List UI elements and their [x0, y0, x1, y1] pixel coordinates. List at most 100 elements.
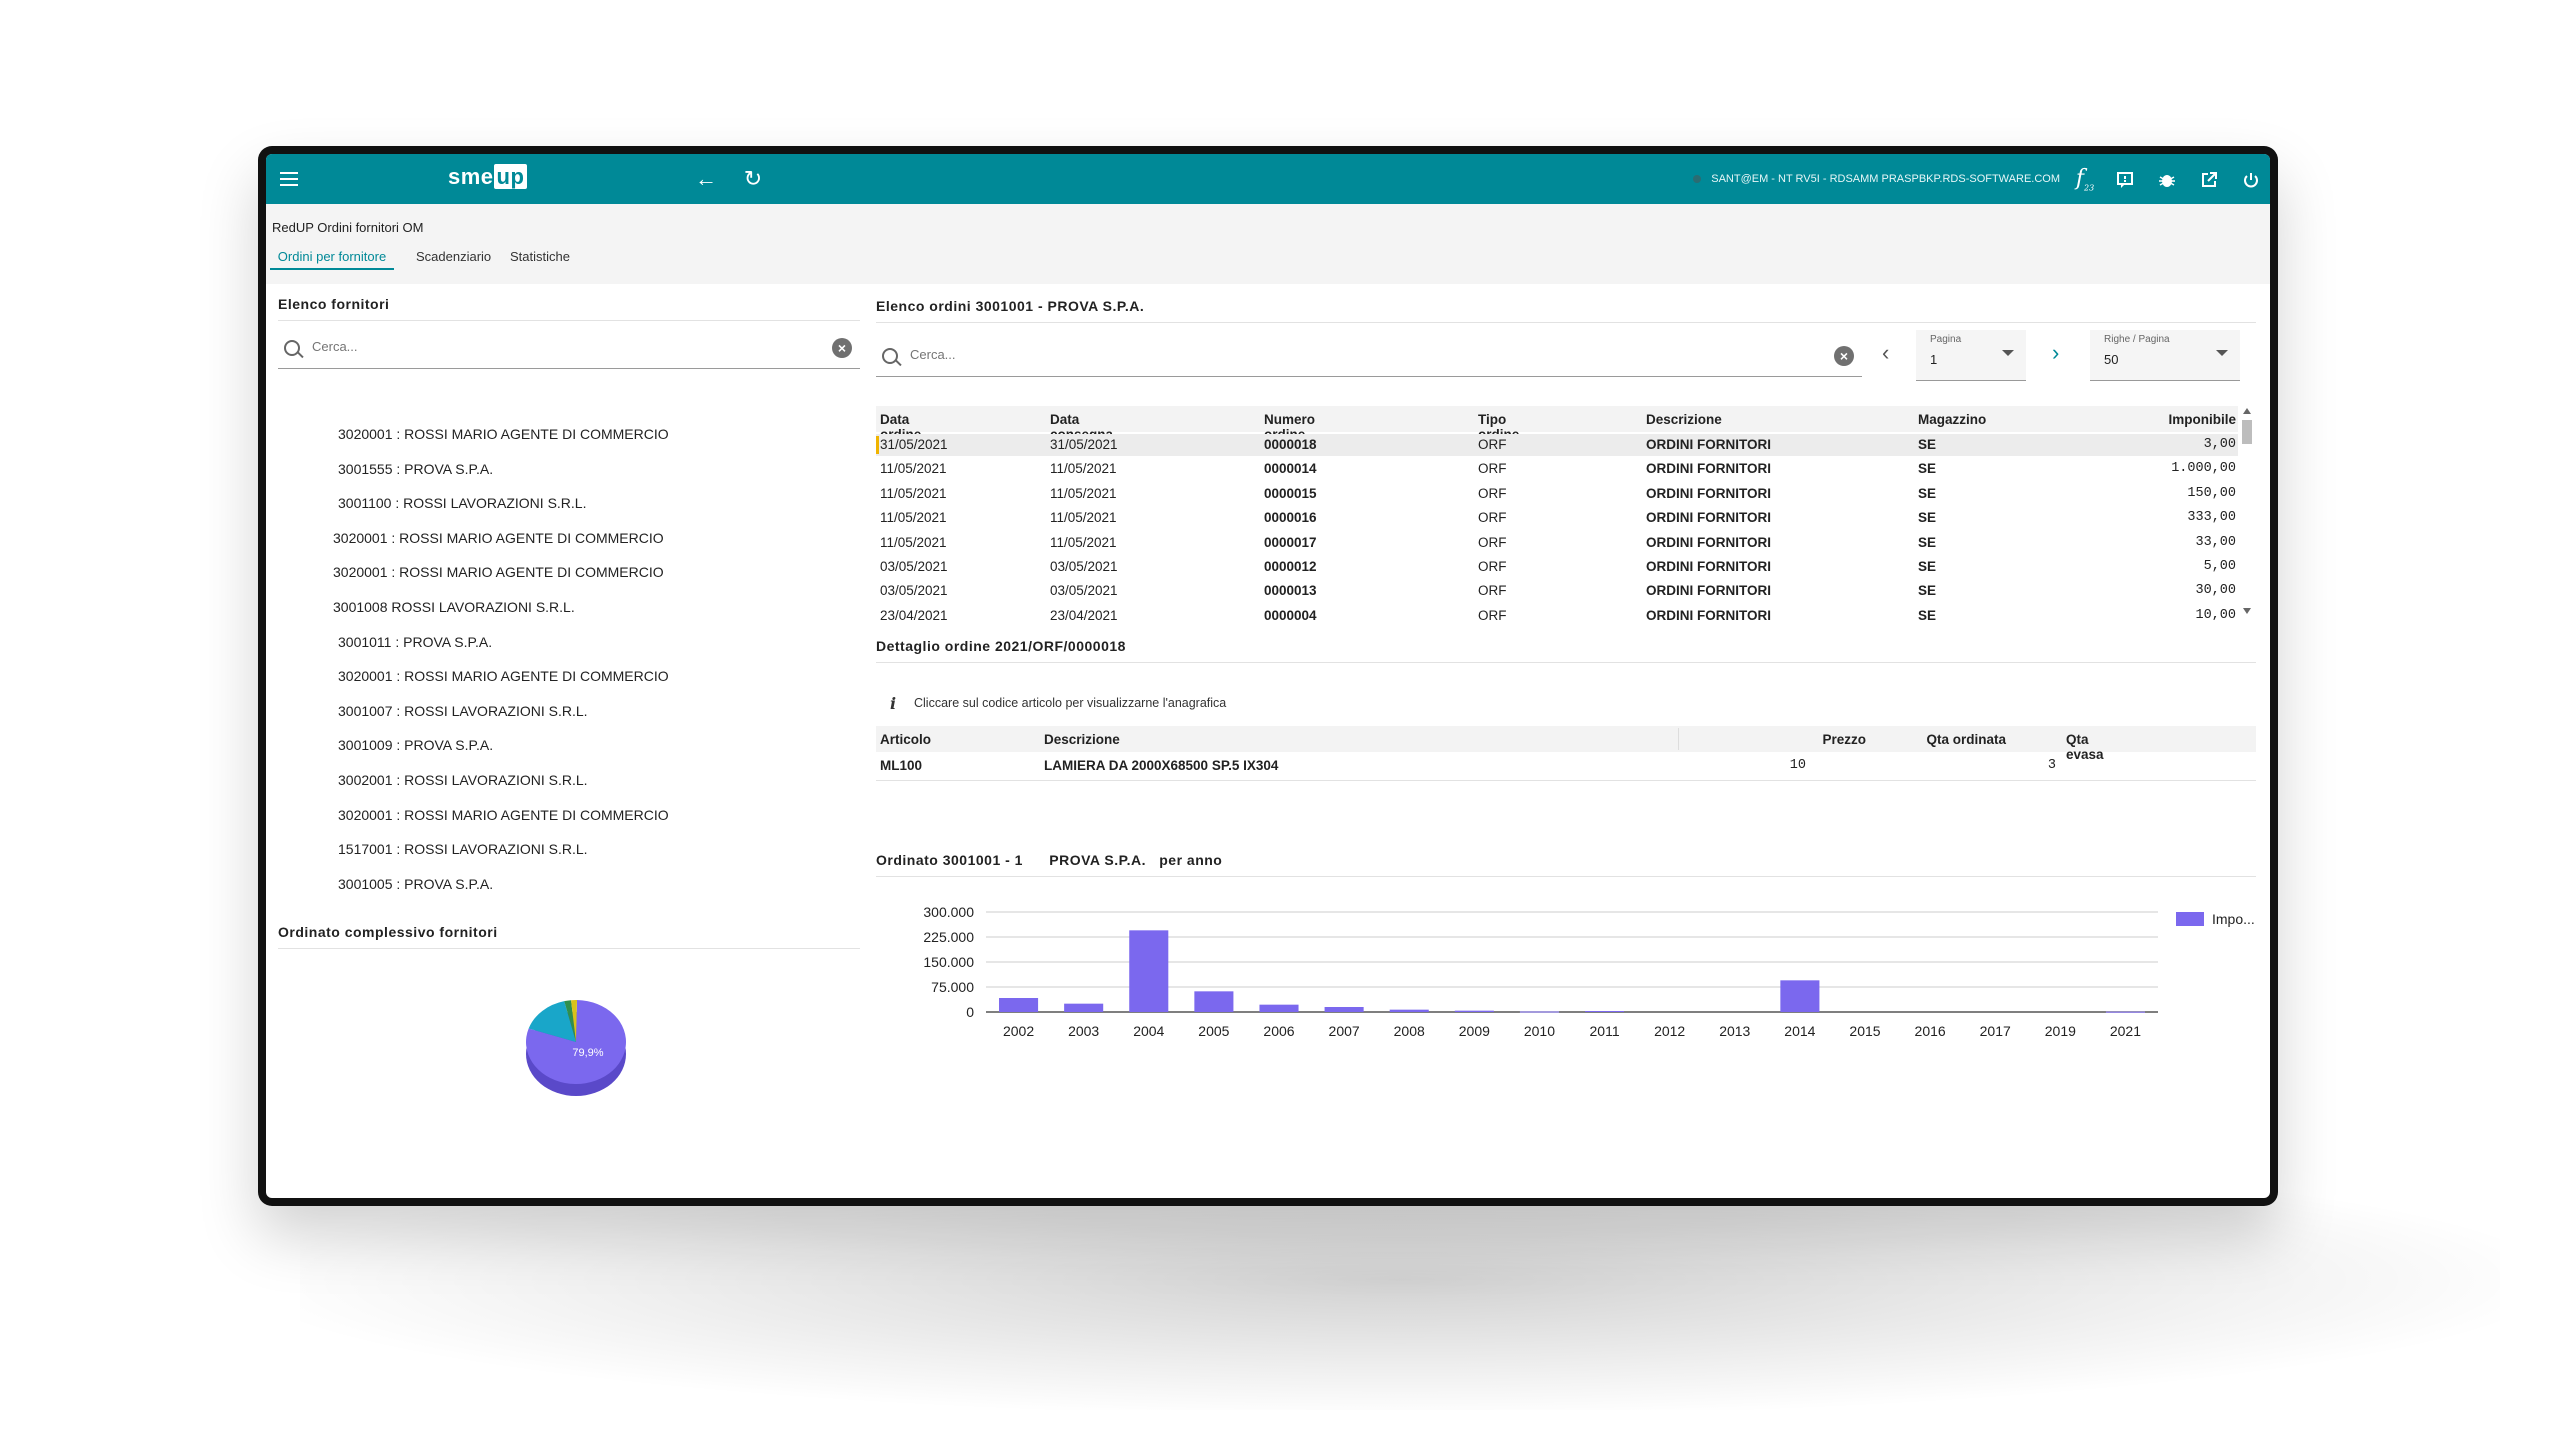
supplier-list-item[interactable]: 3001011 : PROVA S.P.A. [338, 634, 492, 650]
x-tick-label: 2021 [2110, 1023, 2141, 1039]
column-header[interactable]: Magazzino [1918, 412, 1986, 427]
scroll-down-icon[interactable] [2243, 608, 2251, 614]
supplier-list-item[interactable]: 3001100 : ROSSI LAVORAZIONI S.R.L. [338, 495, 586, 511]
bar-2008[interactable] [1389, 1009, 1429, 1012]
column-header[interactable]: Qta evasa [2066, 732, 2104, 762]
x-tick-label: 2013 [1719, 1023, 1750, 1039]
divider [278, 320, 860, 321]
supplier-list-item[interactable]: 3001008 ROSSI LAVORAZIONI S.R.L. [333, 599, 575, 615]
supplier-list-item[interactable]: 3020001 : ROSSI MARIO AGENTE DI COMMERCI… [338, 807, 669, 823]
table-cell: 10 [1789, 758, 1806, 773]
table-cell: 30,00 [2195, 583, 2236, 599]
orders-search[interactable]: × [876, 338, 1862, 377]
device-frame: sme up ← ↻ SANT@EM - NT RV5I - RDSAMM PRA… [258, 146, 2278, 1206]
column-header[interactable]: Prezzo [1726, 732, 1866, 747]
table-cell[interactable]: 0000017 [1264, 535, 1317, 550]
supplier-pie-chart: 79,9% [526, 1000, 626, 1096]
clear-icon[interactable]: × [832, 338, 852, 358]
suppliers-search-input[interactable] [310, 338, 722, 355]
bar-2021[interactable] [2105, 1011, 2145, 1013]
supplier-list-item[interactable]: 3001007 : ROSSI LAVORAZIONI S.R.L. [338, 703, 588, 719]
rows-per-page-select[interactable]: Righe / Pagina 50 [2090, 330, 2240, 381]
supplier-list-item[interactable]: 3020001 : ROSSI MARIO AGENTE DI COMMERCI… [333, 530, 664, 546]
x-tick-label: 2010 [1524, 1023, 1555, 1039]
bar-2009[interactable] [1454, 1010, 1494, 1012]
app-title: RedUP Ordini fornitori OM [272, 220, 424, 235]
table-cell[interactable]: 0000012 [1264, 559, 1317, 574]
supplier-list-item[interactable]: 3020001 : ROSSI MARIO AGENTE DI COMMERCI… [333, 564, 664, 580]
table-cell: 1.000,00 [2171, 461, 2236, 477]
prev-page-icon[interactable]: ‹ [1882, 340, 1889, 366]
table-cell[interactable]: 0000013 [1264, 583, 1317, 598]
table-cell: 11/05/2021 [1050, 510, 1117, 526]
table-cell: 5,00 [2203, 559, 2236, 574]
supplier-list-item[interactable]: 3001005 : PROVA S.P.A. [338, 876, 493, 892]
menu-icon[interactable] [274, 154, 304, 204]
table-cell: 11/05/2021 [1050, 485, 1117, 501]
table-cell[interactable]: 0000018 [1264, 437, 1317, 452]
external-link-icon[interactable] [2194, 154, 2224, 204]
table-cell[interactable]: 0000015 [1264, 486, 1317, 501]
next-page-icon[interactable]: › [2052, 340, 2059, 366]
bar-2003[interactable] [1064, 1003, 1104, 1012]
orders-scrollbar[interactable] [2240, 406, 2254, 616]
table-cell[interactable]: 0000014 [1264, 461, 1317, 476]
suppliers-search[interactable]: × [278, 330, 860, 369]
orders-search-input[interactable] [908, 346, 1603, 363]
table-cell[interactable]: 0000004 [1264, 608, 1317, 620]
supplier-list-item[interactable]: 3020001 : ROSSI MARIO AGENTE DI COMMERCI… [338, 426, 669, 442]
tab-scadenziario[interactable]: Scadenziario [414, 246, 493, 268]
message-icon[interactable] [2110, 154, 2140, 204]
supplier-list-item[interactable]: 1517001 : ROSSI LAVORAZIONI S.R.L. [338, 841, 588, 857]
bar-2007[interactable] [1324, 1007, 1364, 1012]
column-header[interactable]: Descrizione [1044, 732, 1120, 747]
bar-2005[interactable] [1194, 991, 1234, 1012]
chart-title: Ordinato 3001001 - 1 PROVA S.P.A. per an… [876, 852, 1223, 868]
page-select[interactable]: Pagina 1 [1916, 330, 2026, 381]
debug-icon[interactable] [2152, 154, 2182, 204]
article-code-link[interactable]: ML100 [880, 758, 922, 773]
column-header[interactable]: Articolo [880, 732, 931, 747]
x-tick-label: 2017 [1980, 1023, 2011, 1039]
table-cell: 150,00 [2187, 485, 2236, 501]
chevron-down-icon [2216, 350, 2228, 356]
bar-2004[interactable] [1129, 930, 1169, 1012]
legend-swatch[interactable] [2176, 912, 2204, 926]
scroll-up-icon[interactable] [2243, 408, 2251, 414]
table-cell[interactable]: 0000016 [1264, 510, 1317, 525]
back-arrow-icon[interactable]: ← [691, 154, 721, 204]
rows-per-page-label: Righe / Pagina [2104, 334, 2170, 345]
supplier-list-item[interactable]: 3002001 : ROSSI LAVORAZIONI S.R.L. [338, 772, 588, 788]
refresh-icon[interactable]: ↻ [738, 154, 768, 204]
info-text: Cliccare sul codice articolo per visuali… [914, 696, 1227, 710]
legend-label[interactable]: Impo... [2212, 911, 2255, 927]
bar-2011[interactable] [1585, 1011, 1625, 1012]
table-cell: SE [1918, 485, 1937, 501]
function-icon[interactable]: f23 [2070, 154, 2100, 204]
column-header[interactable]: Imponibile [2106, 412, 2237, 427]
supplier-list-item[interactable]: 3001555 : PROVA S.P.A. [338, 461, 493, 477]
supplier-list-item[interactable]: 3001009 : PROVA S.P.A. [338, 737, 493, 753]
orders-title: Elenco ordini 3001001 - PROVA S.P.A. [876, 298, 1145, 314]
table-cell: LAMIERA DA 2000X68500 SP.5 IX304 [1044, 758, 1279, 773]
bar-2006[interactable] [1259, 1004, 1299, 1012]
supplier-list-item[interactable]: 3020001 : ROSSI MARIO AGENTE DI COMMERCI… [338, 668, 669, 684]
y-tick-label: 75.000 [931, 979, 974, 995]
scroll-thumb[interactable] [2242, 420, 2252, 444]
table-cell: ORF [1478, 583, 1507, 599]
table-cell: 31/05/2021 [880, 437, 948, 452]
bar-2014[interactable] [1780, 980, 1820, 1012]
power-icon[interactable] [2236, 154, 2266, 204]
pie-label: 79,9% [572, 1047, 603, 1059]
column-header[interactable]: Descrizione [1646, 412, 1722, 427]
divider [278, 948, 860, 949]
smeup-logo: sme up [448, 164, 528, 194]
tab-statistiche[interactable]: Statistiche [508, 246, 572, 268]
column-header[interactable]: Qta ordinata [1866, 732, 2006, 747]
table-cell: ORDINI FORNITORI [1646, 485, 1772, 501]
tab-ordini-per-fornitore[interactable]: Ordini per fornitore [270, 246, 394, 270]
clear-icon[interactable]: × [1834, 346, 1854, 366]
bar-2010[interactable] [1519, 1011, 1559, 1013]
x-tick-label: 2004 [1133, 1023, 1164, 1039]
bar-2002[interactable] [999, 998, 1039, 1012]
